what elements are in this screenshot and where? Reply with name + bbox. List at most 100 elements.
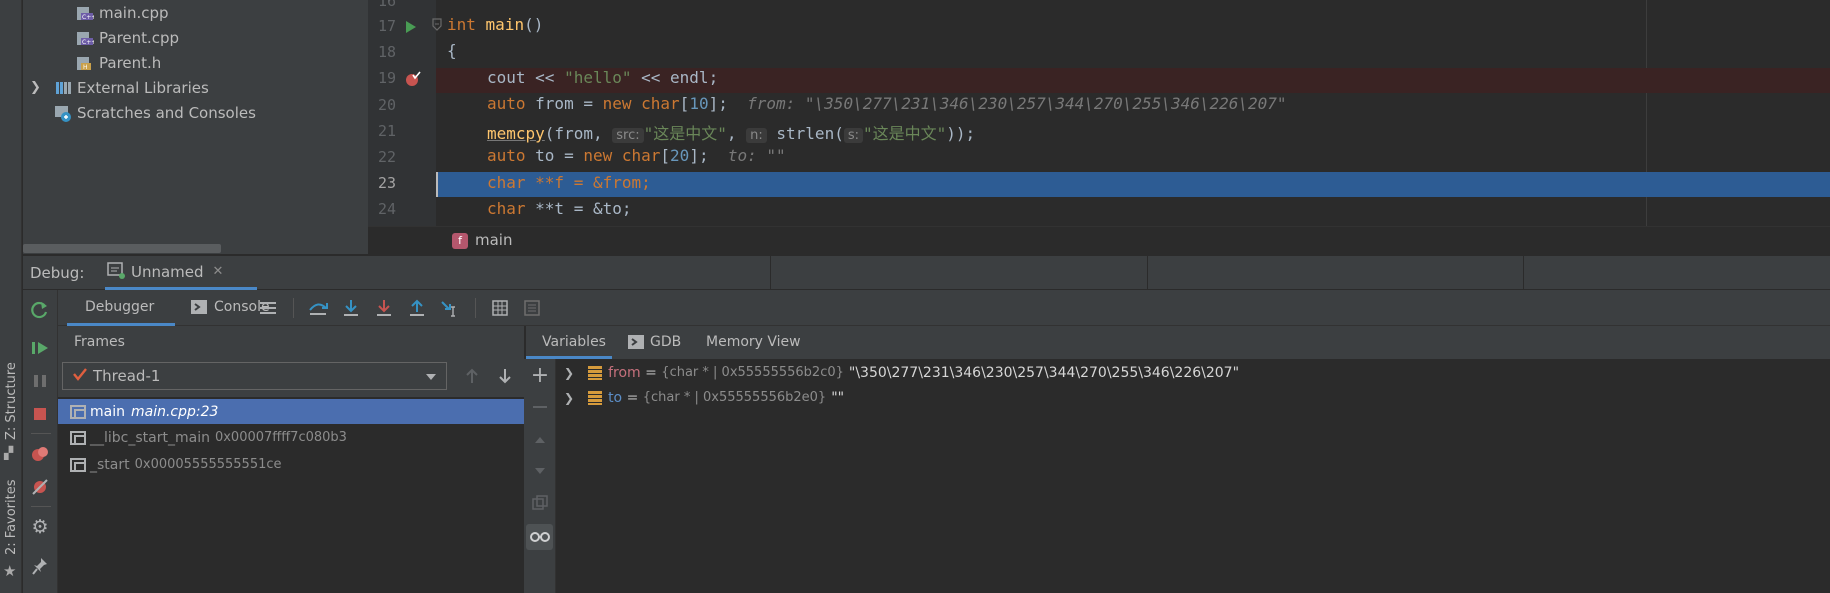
pause-icon[interactable]: [28, 369, 52, 393]
stop-icon[interactable]: [28, 402, 52, 426]
inline-value-hint: to: "": [727, 146, 786, 165]
fold-icon[interactable]: [431, 18, 443, 36]
evaluate-expression-icon[interactable]: [488, 296, 512, 320]
view-breakpoints-icon[interactable]: [28, 442, 52, 466]
divider: [293, 298, 294, 318]
parameter-hint: s:: [843, 128, 863, 143]
debug-action-bar: ⚙: [23, 290, 58, 593]
cpp-file-icon: C++: [76, 29, 96, 47]
move-down-icon[interactable]: [528, 459, 552, 483]
horizontal-scrollbar[interactable]: [23, 244, 221, 253]
code-token: auto: [487, 146, 526, 165]
code-line-17: int main(): [447, 15, 543, 34]
divider: [475, 298, 476, 318]
chevron-right-icon[interactable]: ❯: [564, 391, 574, 405]
code-token: << endl;: [631, 68, 719, 87]
thread-select[interactable]: Thread-1: [62, 362, 447, 390]
rerun-icon[interactable]: [28, 298, 52, 322]
code-line-22: auto to = new char[20]; to: "": [487, 146, 786, 165]
tab-variables[interactable]: Variables: [526, 326, 612, 359]
variable-name: from: [608, 364, 641, 381]
tab-memory-view[interactable]: Memory View: [702, 326, 832, 359]
remove-watch-icon[interactable]: [528, 395, 552, 419]
parameter-hint: n:: [746, 128, 767, 143]
step-out-icon[interactable]: [405, 296, 429, 320]
run-to-cursor-icon[interactable]: [438, 296, 462, 320]
breadcrumb-item[interactable]: main: [475, 231, 512, 249]
code-line-24: char **t = &to;: [487, 199, 632, 218]
header-file-icon: H: [76, 54, 94, 72]
frame-location: main.cpp:23: [130, 403, 219, 420]
caret: [436, 172, 438, 197]
variable-type: {char * | 0x55555556b2c0}: [661, 365, 844, 380]
code-token: char: [487, 199, 526, 218]
variable-equals: =: [622, 389, 643, 406]
line-number: 17: [377, 17, 396, 35]
step-into-icon[interactable]: [339, 296, 363, 320]
code-token: memcpy: [487, 124, 545, 143]
frame-name: _start: [90, 456, 130, 473]
variable-value: "": [831, 389, 845, 406]
show-watches-icon[interactable]: [526, 524, 553, 550]
close-icon[interactable]: ✕: [213, 264, 224, 279]
tree-item-scratches[interactable]: Scratches and Consoles: [54, 100, 256, 125]
trace-icon[interactable]: [520, 296, 544, 320]
chevron-right-icon[interactable]: ❯: [564, 366, 574, 380]
tab-label: Debugger: [85, 299, 155, 315]
structure-icon: ▞: [4, 446, 14, 460]
divider: [770, 256, 771, 290]
force-step-into-icon[interactable]: [372, 296, 396, 320]
left-tool-strip: Z: Structure ▞ 2: Favorites ★: [0, 0, 22, 593]
step-over-icon[interactable]: [306, 296, 330, 320]
code-token: char: [487, 173, 526, 192]
tree-item-label: Parent.cpp: [99, 28, 180, 47]
svg-text:H: H: [83, 64, 88, 71]
console-icon: [191, 300, 207, 318]
breakpoint-icon[interactable]: [405, 71, 421, 91]
arrow-down-icon[interactable]: [493, 364, 517, 388]
tree-item-parent-cpp[interactable]: C++ Parent.cpp: [76, 25, 179, 50]
duplicate-watch-icon[interactable]: [528, 491, 552, 515]
tree-item-external-libraries[interactable]: ❯ External Libraries: [30, 75, 209, 100]
tab-debug-session[interactable]: Unnamed ✕: [105, 256, 257, 290]
code-token: new: [583, 146, 613, 165]
tree-item-main-cpp[interactable]: C++ main.cpp: [76, 0, 169, 25]
variable-equals: =: [640, 364, 662, 381]
tab-gdb[interactable]: GDB: [622, 326, 702, 359]
variable-row-from[interactable]: ❯ from = {char * | 0x55555556b2c0} "\350…: [564, 360, 1239, 385]
layout-menu-icon[interactable]: [256, 296, 280, 320]
line-number: 21: [377, 122, 396, 140]
pin-icon[interactable]: [28, 554, 52, 578]
line-number-current: 23: [377, 174, 396, 192]
favorites-tool-button[interactable]: 2: Favorites: [4, 479, 19, 555]
run-icon[interactable]: [405, 19, 417, 37]
arrow-up-icon[interactable]: [460, 364, 484, 388]
code-token: strlen(: [766, 124, 844, 143]
chevron-right-icon[interactable]: ❯: [30, 80, 54, 95]
move-up-icon[interactable]: [528, 428, 552, 452]
svg-text:C++: C++: [82, 39, 94, 46]
frame-row-selected[interactable]: main main.cpp:23: [58, 399, 524, 424]
resume-icon[interactable]: [28, 336, 52, 360]
scratches-icon: [54, 104, 72, 122]
code-token: 10: [689, 94, 709, 113]
frame-location: 0x00005555555551ce: [134, 457, 282, 472]
tree-item-label: main.cpp: [99, 3, 169, 22]
code-token: to =: [525, 146, 584, 165]
variable-name: to: [608, 389, 623, 406]
code-token: (from,: [544, 124, 613, 143]
code-line-23: char **f = &from;: [487, 173, 651, 192]
add-watch-icon[interactable]: +: [528, 363, 552, 388]
mute-breakpoints-icon[interactable]: [28, 475, 52, 499]
settings-gear-icon[interactable]: ⚙: [28, 515, 52, 539]
frame-row[interactable]: __libc_start_main 0x00007ffff7c080b3: [58, 425, 524, 450]
code-token: [: [660, 146, 671, 165]
tab-debugger[interactable]: Debugger: [67, 290, 175, 326]
code-token: "这是中文": [862, 124, 947, 143]
code-line-21: memcpy(from, src: "这是中文", n: strlen(s: "这是…: [487, 120, 975, 144]
variable-row-to[interactable]: ❯ to = {char * | 0x55555556b2e0} "": [564, 385, 844, 410]
structure-tool-button[interactable]: Z: Structure: [4, 362, 19, 440]
frame-row[interactable]: _start 0x00005555555551ce: [58, 452, 524, 477]
code-token: **t = &to;: [525, 199, 632, 218]
tree-item-parent-h[interactable]: H Parent.h: [76, 50, 161, 75]
